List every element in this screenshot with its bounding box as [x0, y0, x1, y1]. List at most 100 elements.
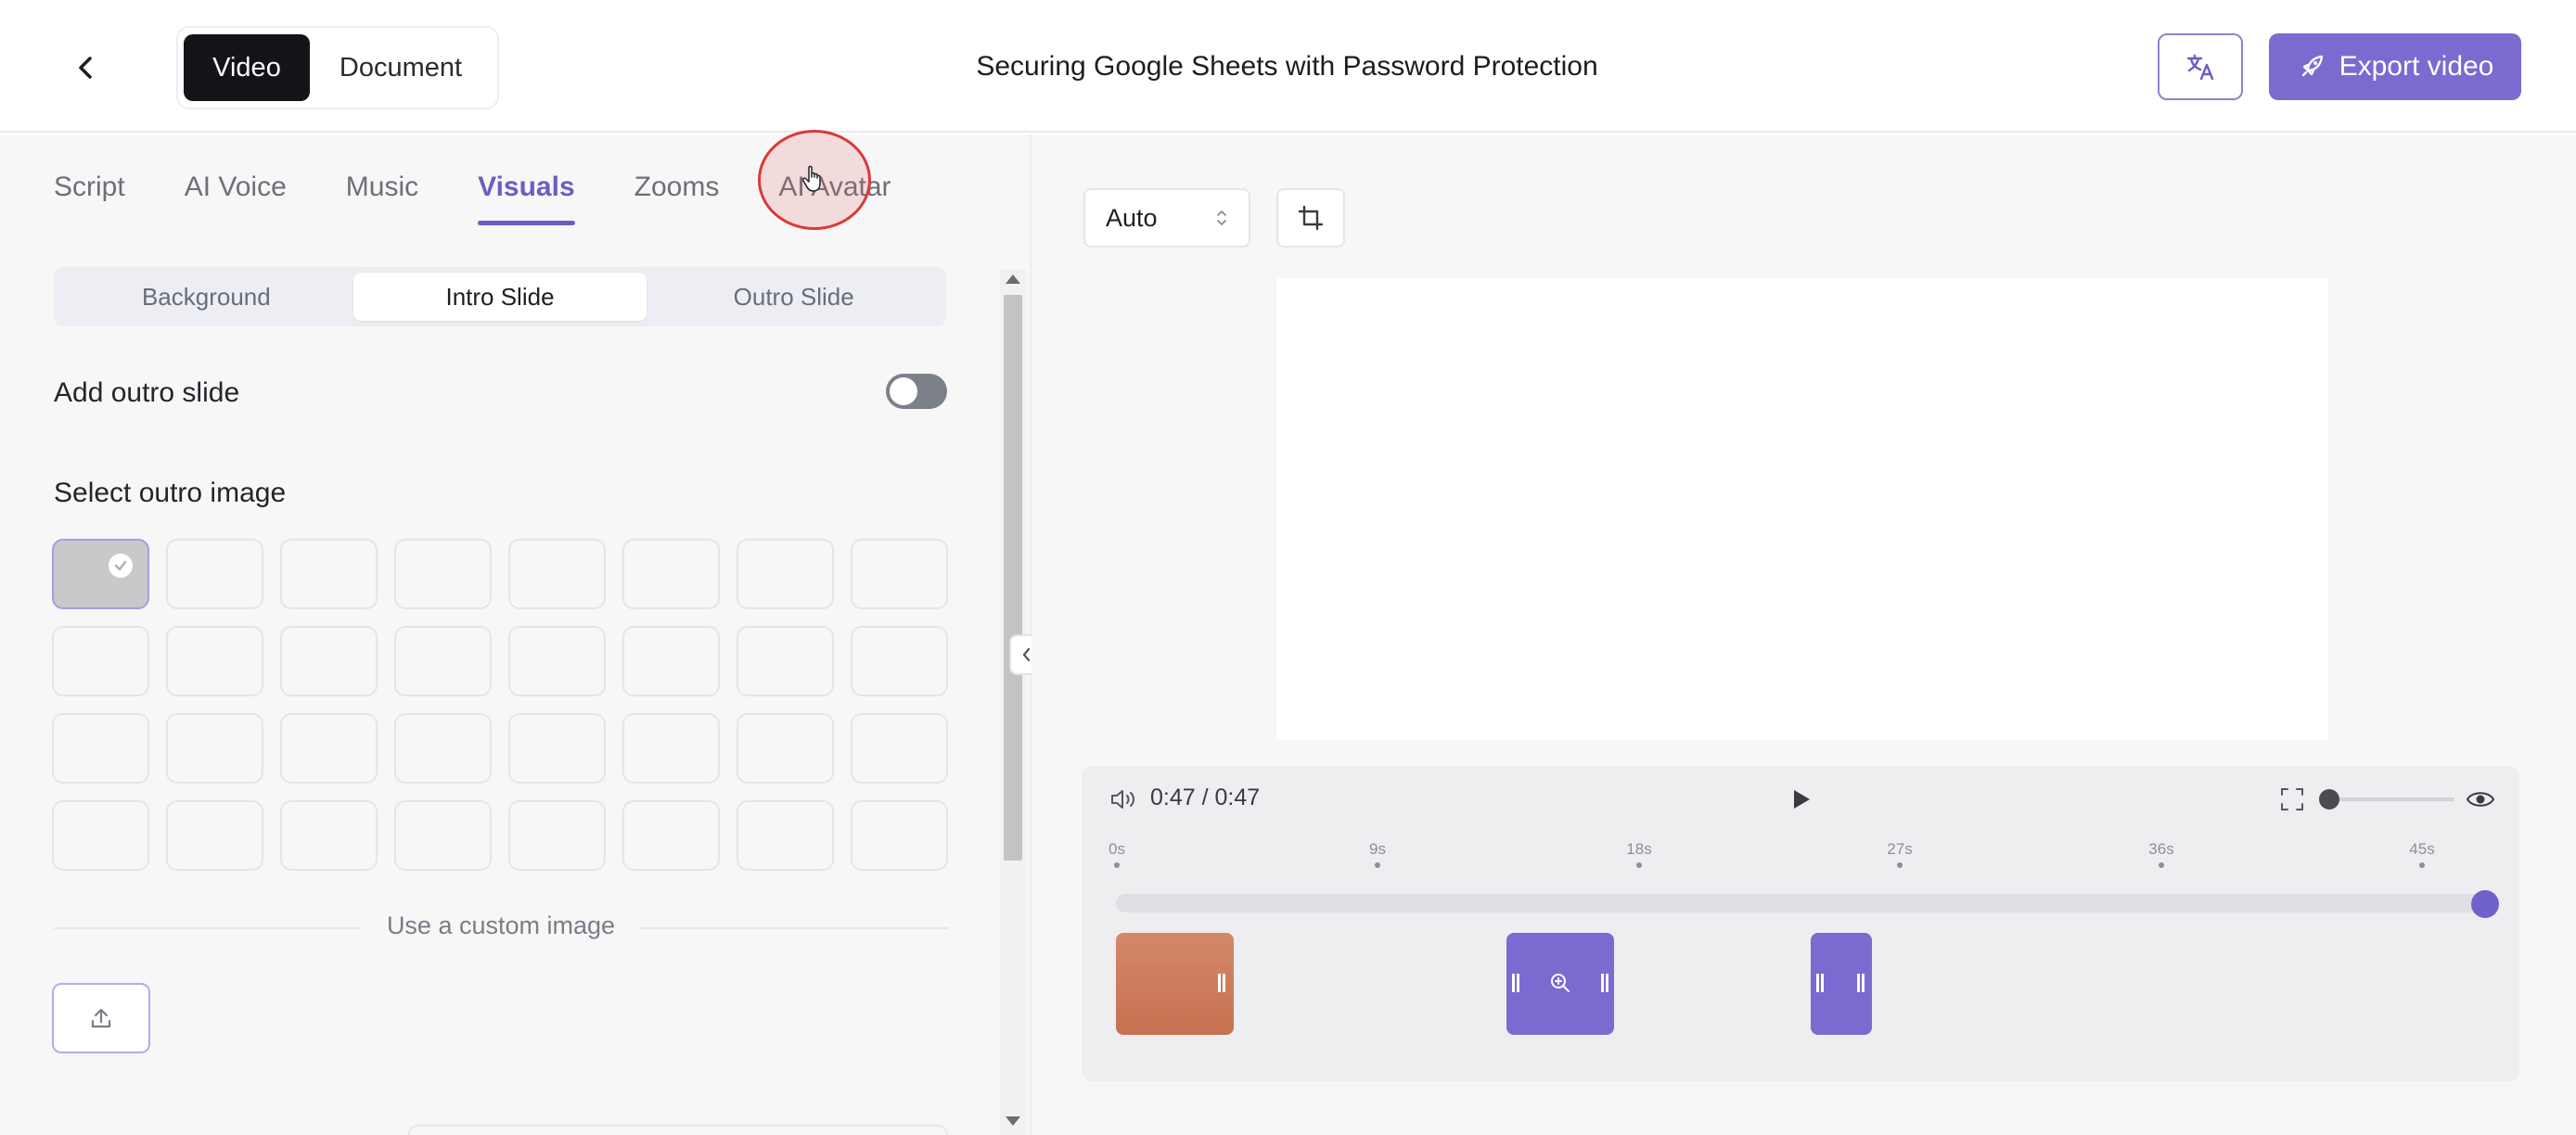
scroll-thumb[interactable] — [1004, 295, 1022, 861]
outro-image-option[interactable] — [52, 800, 149, 871]
clip-drag-handle[interactable] — [1816, 974, 1824, 992]
outro-image-option[interactable] — [166, 626, 263, 696]
play-button[interactable] — [1787, 785, 1814, 818]
tab-ai-avatar[interactable]: AI Avatar — [778, 172, 891, 225]
outro-image-option[interactable] — [52, 626, 149, 696]
chevron-left-icon — [79, 57, 92, 79]
back-button[interactable] — [56, 37, 117, 98]
video-preview[interactable] — [1276, 278, 2328, 740]
divider — [640, 927, 948, 929]
outro-image-option[interactable] — [508, 713, 606, 784]
volume-icon[interactable] — [1109, 785, 1138, 818]
timeline-tick-label: 0s — [1109, 840, 1125, 858]
crop-icon — [1298, 205, 1324, 231]
timeline-tick-dot — [1897, 862, 1903, 868]
timeline-tick-label: 45s — [2409, 840, 2435, 858]
play-icon — [1794, 790, 1810, 809]
tab-ai-voice[interactable]: AI Voice — [185, 172, 287, 225]
scroll-up-arrow[interactable] — [1006, 274, 1020, 284]
translate-button[interactable] — [2158, 33, 2243, 100]
tab-zooms[interactable]: Zooms — [634, 172, 720, 225]
upload-image-button[interactable] — [52, 983, 150, 1053]
crop-button[interactable] — [1276, 188, 1345, 248]
timeline-tick-label: 18s — [1626, 840, 1652, 858]
outro-image-option[interactable] — [851, 539, 948, 609]
outro-image-option[interactable] — [166, 800, 263, 871]
outro-image-option[interactable] — [280, 539, 378, 609]
visuals-subtabs: Background Intro Slide Outro Slide — [54, 267, 946, 326]
subtab-intro-slide[interactable]: Intro Slide — [352, 273, 647, 321]
document-mode-button[interactable]: Document — [310, 34, 492, 101]
outro-image-option[interactable] — [622, 800, 720, 871]
divider — [54, 927, 360, 929]
custom-image-label: Use a custom image — [386, 912, 616, 939]
outro-image-option[interactable] — [851, 713, 948, 784]
translate-icon — [2186, 54, 2214, 81]
clip-drag-handle[interactable] — [1218, 974, 1225, 992]
timeline-tick-label: 27s — [1887, 840, 1913, 858]
outro-image-option[interactable] — [166, 539, 263, 609]
outro-image-option[interactable] — [508, 626, 606, 696]
intro-clip[interactable] — [1116, 933, 1234, 1035]
zoom-clip[interactable] — [1811, 933, 1872, 1035]
outro-image-option[interactable] — [52, 539, 149, 609]
outro-image-option[interactable] — [737, 626, 834, 696]
outro-image-option[interactable] — [394, 539, 492, 609]
tab-visuals[interactable]: Visuals — [478, 172, 575, 225]
outro-image-option[interactable] — [622, 713, 720, 784]
playback-progress-bar[interactable] — [1116, 894, 2487, 912]
tab-music[interactable]: Music — [346, 172, 418, 225]
eye-icon — [2466, 792, 2495, 807]
time-display: 0:47 / 0:47 — [1150, 784, 1261, 810]
settings-panel: Script AI Voice Music Visuals Zooms AI A… — [0, 134, 1030, 1135]
top-header: Video Document Securing Google Sheets wi… — [0, 0, 2576, 133]
clip-drag-handle[interactable] — [1857, 974, 1865, 992]
export-video-button[interactable]: Export video — [2269, 33, 2521, 100]
outro-image-option[interactable] — [280, 713, 378, 784]
outro-image-option[interactable] — [166, 713, 263, 784]
video-mode-button[interactable]: Video — [184, 34, 310, 101]
outro-image-option[interactable] — [508, 800, 606, 871]
add-outro-toggle[interactable] — [886, 374, 947, 409]
outro-image-option[interactable] — [851, 800, 948, 871]
outro-image-option[interactable] — [280, 800, 378, 871]
timeline-zoom-knob[interactable] — [2319, 789, 2339, 810]
outro-image-option[interactable] — [280, 626, 378, 696]
export-label: Export video — [2339, 51, 2494, 82]
timeline-tick-dot — [1114, 862, 1120, 868]
outro-image-option[interactable] — [394, 800, 492, 871]
zoom-clip[interactable] — [1506, 933, 1614, 1035]
outro-image-option[interactable] — [622, 626, 720, 696]
add-outro-label: Add outro slide — [54, 377, 240, 408]
settings-scrollbar[interactable] — [1000, 269, 1026, 1135]
preview-visibility-button[interactable] — [2466, 785, 2495, 818]
timeline-tick-label: 36s — [2148, 840, 2174, 858]
clip-drag-handle[interactable] — [1512, 974, 1519, 992]
next-section-peek — [408, 1125, 948, 1135]
timeline-tick-dot — [1636, 862, 1642, 868]
outro-image-option[interactable] — [737, 800, 834, 871]
fullscreen-button[interactable] — [2278, 785, 2306, 818]
timeline-tick-label: 9s — [1369, 840, 1386, 858]
rocket-icon — [2301, 55, 2323, 77]
outro-image-option[interactable] — [394, 626, 492, 696]
aspect-ratio-select[interactable]: Auto — [1083, 188, 1250, 248]
mode-toggle: Video Document — [176, 26, 499, 109]
timeline-tick-dot — [2419, 862, 2425, 868]
playhead-knob[interactable] — [2471, 890, 2499, 918]
toggle-knob — [890, 377, 917, 405]
tab-script[interactable]: Script — [54, 172, 125, 225]
scroll-down-arrow[interactable] — [1006, 1116, 1020, 1126]
clip-drag-handle[interactable] — [1601, 974, 1608, 992]
outro-image-option[interactable] — [851, 626, 948, 696]
outro-image-option[interactable] — [737, 539, 834, 609]
outro-image-option[interactable] — [52, 713, 149, 784]
subtab-background[interactable]: Background — [59, 273, 353, 321]
fullscreen-icon — [2281, 788, 2303, 810]
timeline-zoom-slider[interactable] — [2325, 797, 2454, 801]
outro-image-option[interactable] — [622, 539, 720, 609]
outro-image-option[interactable] — [394, 713, 492, 784]
outro-image-option[interactable] — [508, 539, 606, 609]
outro-image-option[interactable] — [737, 713, 834, 784]
subtab-outro-slide[interactable]: Outro Slide — [647, 273, 941, 321]
